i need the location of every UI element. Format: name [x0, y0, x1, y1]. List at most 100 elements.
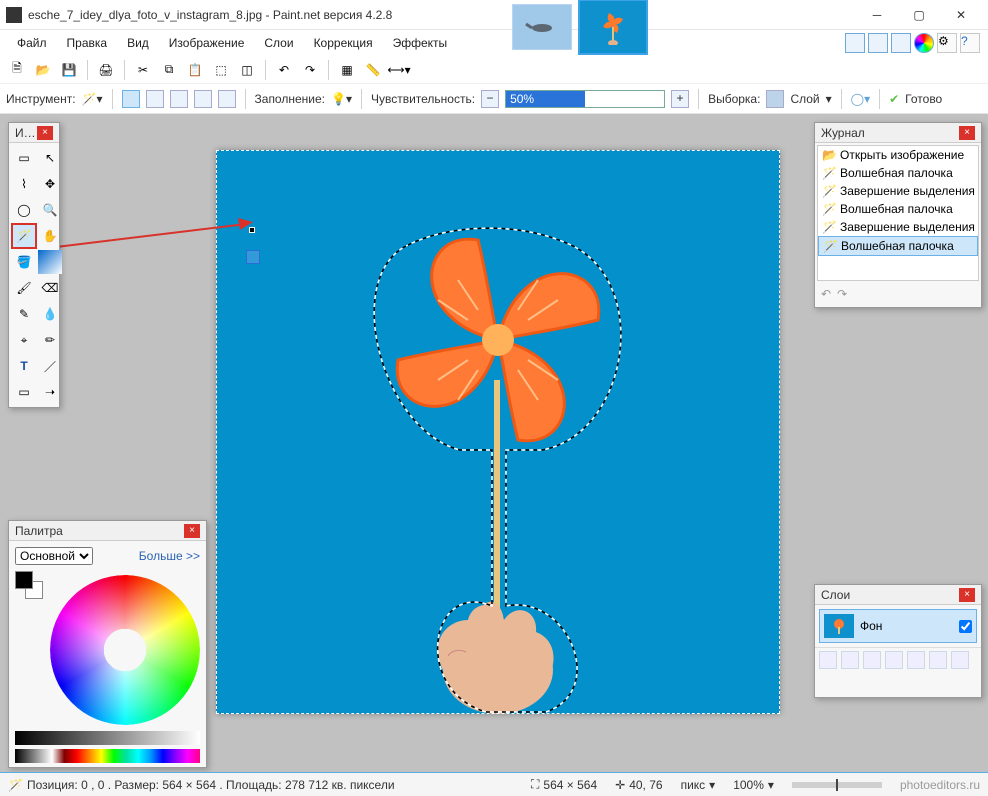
units-dropdown-icon[interactable]: ▾ [709, 778, 715, 792]
fill-mode-icon[interactable]: 💡▾ [331, 92, 352, 106]
menu-edit[interactable]: Правка [58, 32, 117, 54]
canvas[interactable] [216, 150, 780, 714]
history-undo-icon[interactable]: ↶ [821, 287, 831, 301]
tool-gradient[interactable] [38, 250, 62, 274]
doc-thumb-2[interactable] [578, 0, 648, 55]
history-item[interactable]: 🪄Волшебная палочка [818, 200, 978, 218]
palette-close-icon[interactable]: × [184, 524, 200, 538]
current-tool-icon[interactable]: 🪄▾ [82, 92, 103, 106]
menu-adjustments[interactable]: Коррекция [305, 32, 382, 54]
history-item[interactable]: 🪄Завершение выделения палочкой [818, 182, 978, 200]
history-item[interactable]: 🪄Завершение выделения палочкой [818, 218, 978, 236]
layer-duplicate-icon[interactable] [863, 651, 881, 669]
color-wheel[interactable] [50, 575, 200, 725]
copy-icon[interactable]: ⧉ [158, 59, 180, 81]
layer-props-icon[interactable] [951, 651, 969, 669]
toggle-colors-icon[interactable] [914, 33, 934, 53]
ruler-icon[interactable]: 📏 [362, 59, 384, 81]
close-button[interactable]: ✕ [940, 1, 982, 29]
history-item[interactable]: 📂Открыть изображение [818, 146, 978, 164]
palette-swatches[interactable] [15, 749, 200, 763]
layer-delete-icon[interactable] [841, 651, 859, 669]
tolerance-minus-icon[interactable]: − [481, 90, 499, 108]
tool-move-selection[interactable]: ↖ [38, 146, 62, 170]
menu-image[interactable]: Изображение [160, 32, 254, 54]
value-slider[interactable] [15, 731, 200, 745]
status-units[interactable]: пикс [681, 778, 706, 792]
minimize-button[interactable]: ─ [856, 1, 898, 29]
history-redo-icon[interactable]: ↷ [837, 287, 847, 301]
layer-up-icon[interactable] [907, 651, 925, 669]
tool-move-pixels[interactable]: ✥ [38, 172, 62, 196]
sample-dropdown-icon[interactable]: ▾ [826, 92, 832, 106]
tool-paint-bucket[interactable]: 🪣 [12, 250, 36, 274]
selmode-add-icon[interactable] [146, 90, 164, 108]
menu-effects[interactable]: Эффекты [384, 32, 457, 54]
layers-close-icon[interactable]: × [959, 588, 975, 602]
save-icon[interactable]: 💾 [58, 59, 80, 81]
history-item[interactable]: 🪄Волшебная палочка [818, 236, 978, 256]
history-close-icon[interactable]: × [959, 126, 975, 140]
tool-rect-select[interactable]: ▭ [12, 146, 36, 170]
deselect-icon[interactable]: ◫ [236, 59, 258, 81]
selection-handle[interactable] [250, 228, 254, 232]
tool-ellipse-select[interactable]: ◯ [12, 198, 36, 222]
tool-brush[interactable]: 🖌 [12, 276, 36, 300]
tools-close-icon[interactable]: × [37, 126, 53, 140]
status-zoom[interactable]: 100% [733, 778, 764, 792]
layer-visible-checkbox[interactable] [959, 620, 972, 633]
toggle-layers-icon[interactable] [891, 33, 911, 53]
history-panel[interactable]: Журнал× 📂Открыть изображение 🪄Волшебная … [814, 122, 982, 308]
print-icon[interactable]: 🖨 [95, 59, 117, 81]
layers-panel[interactable]: Слои× Фон [814, 584, 982, 698]
crop-icon[interactable]: ⬚ [210, 59, 232, 81]
selmode-intersect-icon[interactable] [194, 90, 212, 108]
tool-color-picker[interactable]: 💧 [38, 302, 62, 326]
palette-more-button[interactable]: Больше >> [139, 549, 200, 563]
menu-view[interactable]: Вид [118, 32, 158, 54]
tool-pencil[interactable]: ✎ [12, 302, 36, 326]
tool-magic-wand[interactable]: 🪄 [12, 224, 36, 248]
maximize-button[interactable]: ▢ [898, 1, 940, 29]
doc-thumb-1[interactable] [512, 4, 572, 50]
tool-recolor[interactable]: ✏ [38, 328, 62, 352]
layer-merge-icon[interactable] [885, 651, 903, 669]
tool-rectangle[interactable]: ▭ [12, 380, 36, 404]
menu-file[interactable]: Файл [8, 32, 56, 54]
tool-text[interactable]: T [12, 354, 36, 378]
grid-icon[interactable]: ▦ [336, 59, 358, 81]
tool-eraser[interactable]: ⌫ [38, 276, 62, 300]
zoom-slider[interactable] [792, 782, 882, 788]
tolerance-slider[interactable]: 50% [505, 90, 665, 108]
settings-icon[interactable]: ⚙ [937, 33, 957, 53]
undo-icon[interactable]: ↶ [273, 59, 295, 81]
selmode-subtract-icon[interactable] [170, 90, 188, 108]
history-item[interactable]: 🪄Волшебная палочка [818, 164, 978, 182]
cut-icon[interactable]: ✂ [132, 59, 154, 81]
paste-icon[interactable]: 📋 [184, 59, 206, 81]
tool-zoom[interactable]: 🔍 [38, 198, 62, 222]
help-icon[interactable]: ? [960, 33, 980, 53]
layer-down-icon[interactable] [929, 651, 947, 669]
layer-add-icon[interactable] [819, 651, 837, 669]
zoom-dropdown-icon[interactable]: ▾ [768, 778, 774, 792]
units-icon[interactable]: ⟷▾ [388, 59, 410, 81]
open-icon[interactable]: 📂 [32, 59, 54, 81]
commit-button[interactable]: Готово [905, 92, 942, 106]
antialias-icon[interactable]: ◯▾ [851, 92, 870, 106]
color-role-select[interactable]: Основной [15, 547, 93, 565]
tolerance-plus-icon[interactable]: + [671, 90, 689, 108]
new-icon[interactable]: 🗎 [6, 59, 28, 81]
sample-value[interactable]: Слой [790, 92, 819, 106]
toggle-tools-icon[interactable] [845, 33, 865, 53]
tool-line[interactable]: ／ [38, 354, 62, 378]
tool-lasso[interactable]: ⌇ [12, 172, 36, 196]
layer-row[interactable]: Фон [819, 609, 977, 643]
tool-shapes[interactable]: ➝ [38, 380, 62, 404]
fg-bg-swatch[interactable] [15, 571, 43, 599]
menu-layers[interactable]: Слои [255, 32, 302, 54]
redo-icon[interactable]: ↷ [299, 59, 321, 81]
color-wheel-cursor[interactable] [122, 645, 130, 653]
tool-pan[interactable]: ✋ [38, 224, 62, 248]
toggle-history-icon[interactable] [868, 33, 888, 53]
